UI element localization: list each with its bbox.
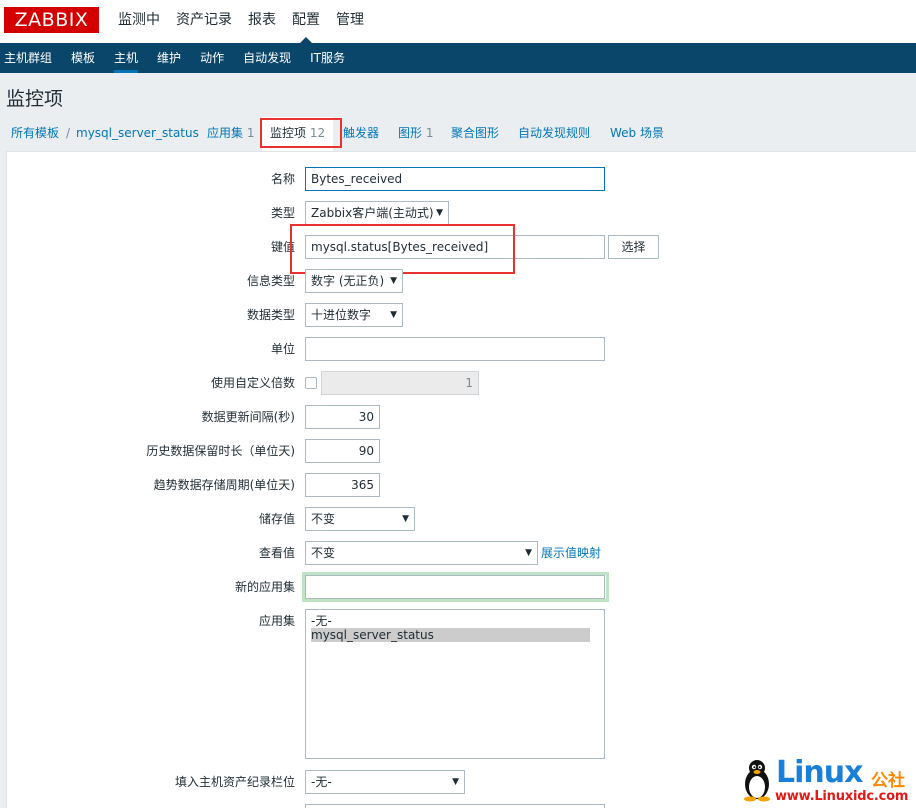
menu-configuration[interactable]: 配置 [292, 0, 320, 43]
name-label: 名称 [270, 172, 295, 186]
top-bar: ZABBIX 监测中 资产记录 报表 配置 管理 [0, 0, 916, 43]
value-type-select[interactable]: 数字 (无正负) ▼ [305, 269, 403, 293]
new-application-label: 新的应用集 [234, 580, 295, 594]
page-title: 监控项 [6, 88, 64, 110]
key-select-button[interactable]: 选择 [608, 235, 659, 259]
name-input[interactable]: Bytes_received [305, 167, 605, 191]
chevron-down-icon: ▼ [390, 310, 397, 320]
multiplier-label: 使用自定义倍数 [210, 376, 295, 390]
submenu-maintenance[interactable]: 维护 [157, 43, 181, 73]
linuxidc-watermark: Linux 公社 www.Linuxidc.com [738, 754, 916, 808]
tab-triggers[interactable]: 触发器 [343, 117, 379, 151]
highlight-box-key [290, 224, 515, 274]
submenu-host-groups[interactable]: 主机群组 [4, 43, 52, 73]
store-value-select-value: 不变 [311, 512, 336, 526]
new-application-input[interactable] [305, 575, 605, 599]
submenu-hosts[interactable]: 主机 [114, 43, 139, 73]
watermark-suffix: 公社 [871, 771, 905, 791]
submenu-templates[interactable]: 模板 [71, 43, 95, 73]
sub-menu: 主机群组 模板 主机 维护 动作 自动发现 IT服务 [0, 43, 916, 73]
applications-option[interactable]: -无- [311, 614, 590, 628]
data-type-select-value: 十进位数字 [311, 308, 372, 322]
trends-label: 趋势数据存储周期(单位天) [153, 478, 295, 492]
watermark-title: Linux [776, 755, 863, 790]
menu-monitoring[interactable]: 监测中 [118, 0, 160, 43]
chevron-down-icon: ▼ [402, 514, 409, 524]
applications-listbox[interactable]: -无- mysql_server_status [305, 609, 605, 759]
units-input[interactable] [305, 337, 605, 361]
inventory-select-value: -无- [311, 775, 332, 789]
applications-label: 应用集 [258, 614, 295, 628]
units-label: 单位 [270, 342, 295, 356]
delay-label: 数据更新间隔(秒) [201, 410, 295, 424]
store-value-label: 储存值 [258, 512, 295, 526]
multiplier-checkbox[interactable] [305, 377, 317, 389]
chevron-down-icon: ▼ [390, 276, 397, 286]
chevron-down-icon: ▼ [436, 208, 443, 218]
value-type-select-value: 数字 (无正负) [311, 274, 385, 288]
chevron-down-icon: ▼ [525, 548, 532, 558]
show-value-label: 查看值 [258, 546, 295, 560]
breadcrumb-separator: / [66, 126, 71, 140]
submenu-discovery[interactable]: 自动发现 [243, 43, 291, 73]
menu-reports[interactable]: 报表 [248, 0, 276, 43]
tab-applications[interactable]: 应用集 1 [207, 117, 254, 151]
watermark-url: www.Linuxidc.com [775, 789, 909, 804]
tux-penguin-icon [744, 760, 770, 802]
inventory-label: 填入主机资产纪录栏位 [174, 775, 295, 789]
zabbix-logo[interactable]: ZABBIX [4, 7, 99, 33]
menu-administration[interactable]: 管理 [336, 0, 364, 43]
type-select[interactable]: Zabbix客户端(主动式) ▼ [305, 201, 449, 225]
tab-discovery-rules[interactable]: 自动发现规则 [518, 117, 590, 151]
tab-graphs-count: 1 [425, 126, 434, 140]
type-select-value: Zabbix客户端(主动式) [311, 206, 434, 220]
top-menu: 监测中 资产记录 报表 配置 管理 [118, 0, 380, 43]
tab-screens[interactable]: 聚合图形 [451, 117, 499, 151]
highlight-box-items-tab [260, 118, 342, 148]
submenu-actions[interactable]: 动作 [200, 43, 224, 73]
history-input[interactable]: 90 [305, 439, 380, 463]
data-type-select[interactable]: 十进位数字 ▼ [305, 303, 403, 327]
breadcrumb-all-templates[interactable]: 所有模板 [11, 117, 59, 151]
show-value-select-value: 不变 [311, 546, 336, 560]
tab-graphs-label: 图形 [398, 126, 423, 140]
breadcrumb: 所有模板 / mysql_server_status 应用集 1 监控项 12 … [0, 117, 916, 151]
tab-applications-label: 应用集 [207, 126, 244, 140]
multiplier-input[interactable]: 1 [321, 371, 479, 395]
show-value-mappings-link[interactable]: 展示值映射 [541, 542, 601, 564]
delay-input[interactable]: 30 [305, 405, 380, 429]
tab-graphs[interactable]: 图形 1 [398, 117, 433, 151]
chevron-down-icon: ▼ [452, 777, 459, 787]
submenu-it-services[interactable]: IT服务 [310, 43, 345, 73]
tab-applications-count: 1 [246, 126, 255, 140]
data-type-label: 数据类型 [246, 308, 295, 322]
menu-inventory[interactable]: 资产记录 [176, 0, 232, 43]
breadcrumb-template[interactable]: mysql_server_status [76, 117, 199, 151]
value-type-label: 信息类型 [246, 274, 295, 288]
show-value-select[interactable]: 不变 ▼ [305, 541, 538, 565]
store-value-select[interactable]: 不变 ▼ [305, 507, 415, 531]
history-label: 历史数据保留时长（单位天) [146, 444, 295, 458]
applications-option[interactable]: mysql_server_status [311, 628, 590, 642]
trends-input[interactable]: 365 [305, 473, 380, 497]
tab-web-scenarios[interactable]: Web 场景 [610, 117, 664, 151]
type-label: 类型 [270, 206, 295, 220]
inventory-select[interactable]: -无- ▼ [305, 770, 465, 794]
description-textarea[interactable] [305, 804, 605, 808]
